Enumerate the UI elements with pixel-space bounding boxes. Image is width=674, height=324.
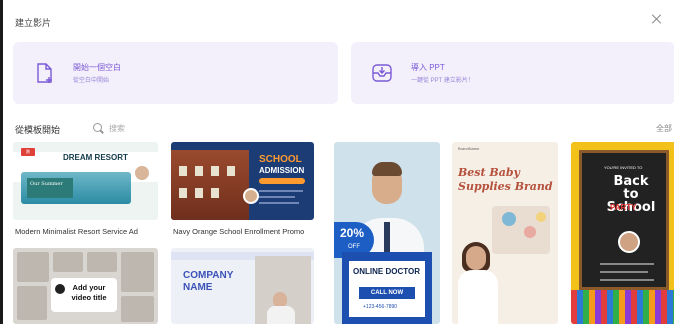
view-all-link[interactable]: 全部	[656, 123, 672, 134]
call-now-label: CALL NOW	[359, 287, 415, 299]
import-ppt-subtitle: 一鍵從 PPT 建立影片！	[411, 78, 474, 84]
doctor-panel-inner: ONLINE DOCTOR CALL NOW +123-456-7890	[348, 260, 426, 318]
template-caption-school[interactable]: Navy Orange School Enrollment Promo	[173, 227, 304, 236]
company-person-body	[267, 306, 295, 324]
baby-brand-name: BrandName	[458, 146, 480, 151]
template-search[interactable]: 搜索	[93, 121, 139, 135]
doctor-headline: ONLINE DOCTOR	[353, 267, 420, 276]
school-window	[227, 166, 235, 176]
bts-avatar	[618, 231, 640, 253]
video-photo	[17, 286, 47, 320]
baby-toy	[536, 212, 546, 222]
company-headline: COMPANY NAME	[183, 270, 233, 294]
template-resort[interactable]: 熱 DREAM RESORT Our Summer	[13, 142, 158, 220]
create-video-dialog: 建立影片 開始一個空白 從空白中開始 導入 PPT 一鍵從 PPT 建立影片！ …	[3, 0, 674, 324]
start-blank-title: 開始一個空白	[73, 63, 121, 72]
school-window	[211, 166, 219, 176]
bts-text-line	[600, 279, 654, 281]
import-ppt-card[interactable]: 導入 PPT 一鍵從 PPT 建立影片！	[351, 42, 674, 104]
chalkboard: YOU'RE INVITED TO Back to School PARTY	[579, 150, 669, 290]
video-photo	[53, 252, 83, 272]
bts-pencils	[571, 290, 674, 324]
baby-model-body	[458, 270, 498, 324]
template-video-title[interactable]: Add your video title	[13, 248, 158, 324]
school-text-line	[259, 190, 303, 192]
dialog-title: 建立影片	[15, 18, 52, 28]
baby-headline: Best Baby Supplies Brand	[458, 166, 553, 193]
bts-headline-line1: Back to	[613, 174, 649, 202]
bts-invite: YOU'RE INVITED TO	[604, 165, 643, 170]
video-photo	[121, 296, 154, 322]
start-options: 開始一個空白 從空白中開始 導入 PPT 一鍵從 PPT 建立影片！	[13, 42, 674, 104]
start-blank-card[interactable]: 開始一個空白 從空白中開始	[13, 42, 338, 104]
hot-badge: 熱	[21, 148, 35, 156]
close-icon[interactable]	[652, 14, 662, 24]
school-window	[211, 188, 219, 198]
school-building-image	[171, 150, 249, 220]
resort-promo-box: Our Summer	[27, 178, 73, 198]
search-label: 搜索	[109, 124, 125, 133]
import-tray-icon	[372, 64, 392, 82]
speaker-dot	[55, 284, 65, 294]
doctor-tie	[384, 222, 390, 252]
video-title-text: Add your video title	[71, 283, 107, 302]
school-window	[195, 166, 203, 176]
file-plus-icon	[37, 63, 52, 83]
discount-value: 20%	[340, 226, 365, 240]
start-blank-subtitle: 從空白中開始	[73, 78, 110, 84]
template-online-doctor[interactable]: 20% OFF ONLINE DOCTOR CALL NOW +123-456-…	[334, 142, 440, 324]
school-headline: SCHOOL	[259, 154, 302, 165]
school-text-line	[259, 202, 299, 204]
school-subheadline: ADMISSION	[259, 166, 305, 175]
baby-model-face	[466, 246, 486, 270]
baby-toy	[502, 212, 516, 226]
template-caption-resort[interactable]: Modern Minimalist Resort Service Ad	[15, 227, 138, 236]
company-headline-line1: COMPANY	[183, 270, 234, 281]
doctor-panel: ONLINE DOCTOR CALL NOW +123-456-7890	[342, 252, 432, 324]
doctor-phone: +123-456-7890	[363, 304, 398, 310]
bts-text-line	[600, 271, 648, 273]
bts-party: PARTY	[610, 203, 637, 212]
template-back-to-school[interactable]: YOU'RE INVITED TO Back to School PARTY	[571, 142, 674, 324]
video-photo	[87, 252, 117, 272]
import-ppt-title: 導入 PPT	[411, 63, 445, 72]
school-text-line	[259, 196, 295, 198]
discount-suffix: OFF	[348, 244, 360, 250]
company-headline-line2: NAME	[183, 282, 213, 293]
template-company-name[interactable]: COMPANY NAME	[171, 248, 314, 324]
school-pill	[259, 178, 305, 184]
baby-toy	[524, 226, 536, 238]
bts-text-line	[600, 263, 654, 265]
templates-section-title: 從模板開始	[15, 125, 61, 135]
video-photo	[121, 252, 154, 292]
resort-avatar	[133, 164, 151, 182]
school-window	[179, 166, 187, 176]
school-window	[179, 188, 187, 198]
template-baby-supplies[interactable]: BrandName Best Baby Supplies Brand	[452, 142, 558, 324]
search-icon	[93, 123, 102, 132]
resort-headline: DREAM RESORT	[63, 153, 128, 162]
template-school[interactable]: SCHOOL ADMISSION	[171, 142, 314, 220]
doctor-hair	[372, 162, 402, 176]
video-photo	[17, 252, 49, 282]
school-avatar	[243, 188, 259, 204]
school-window	[195, 188, 203, 198]
